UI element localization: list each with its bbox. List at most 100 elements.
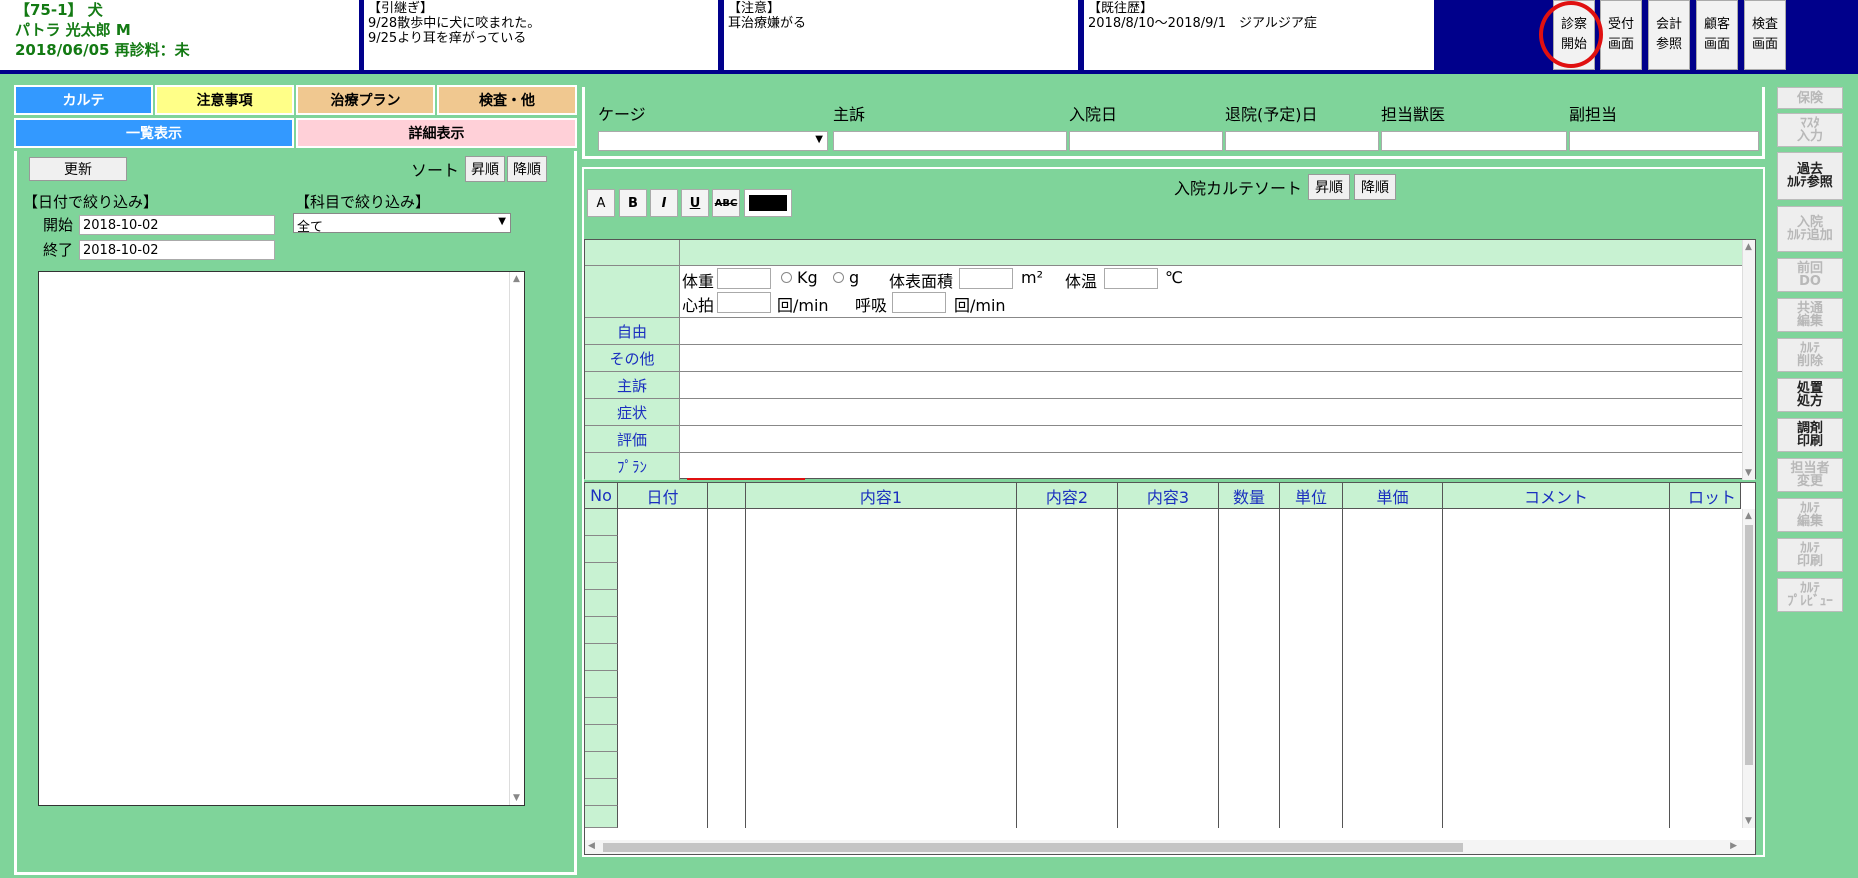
scroll-down-icon[interactable]: ▼ <box>1745 816 1752 826</box>
weight-input[interactable] <box>717 268 771 289</box>
delete-chart-button[interactable]: ｶﾙﾃ 削除 <box>1777 338 1843 372</box>
scroll-thumb[interactable] <box>1745 525 1753 765</box>
change-staff-button[interactable]: 担当者 変更 <box>1777 458 1843 492</box>
content3-column[interactable] <box>1118 509 1219 828</box>
test-screen-button[interactable]: 検査 画面 <box>1744 0 1786 70</box>
sort-asc-button[interactable]: 昇順 <box>465 156 505 182</box>
scroll-left-icon[interactable]: ◀ <box>588 841 595 851</box>
row-number-cell[interactable] <box>585 617 618 644</box>
grid-vertical-scrollbar[interactable]: ▲ ▼ <box>1742 509 1755 828</box>
edit-chart-button[interactable]: ｶﾙﾃ 編集 <box>1777 498 1843 532</box>
row-number-cell[interactable] <box>585 806 618 828</box>
treatment-grid: No 日付 内容1 内容2 内容3 数量 単位 単価 コメント ロット ▲ ▼ … <box>584 482 1756 855</box>
dispense-print-button[interactable]: 調剤 印刷 <box>1777 418 1843 452</box>
tab-detail-view[interactable]: 詳細表示 <box>296 118 577 148</box>
start-exam-button[interactable]: 診察 開始 <box>1553 0 1595 70</box>
button-label: 検査 <box>1751 17 1778 32</box>
bsa-input[interactable] <box>959 268 1013 289</box>
heart-rate-input[interactable] <box>717 292 771 313</box>
scroll-down-icon[interactable]: ▼ <box>513 793 520 803</box>
form-row-other[interactable]: その他 <box>585 345 1755 372</box>
form-row-label: その他 <box>585 345 680 371</box>
row-number-cell[interactable] <box>585 563 618 590</box>
row-number-cell[interactable] <box>585 671 618 698</box>
tab-chart[interactable]: カルテ <box>14 85 153 115</box>
scroll-right-icon[interactable]: ▶ <box>1730 841 1737 851</box>
quantity-column[interactable] <box>1219 509 1280 828</box>
form-row-free[interactable]: 自由 <box>585 318 1755 345</box>
form-row-complaint[interactable]: 主訴 <box>585 372 1755 399</box>
unit-price-column[interactable] <box>1343 509 1443 828</box>
complaint-input[interactable] <box>833 131 1067 151</box>
content1-column[interactable] <box>746 509 1017 828</box>
temperature-input[interactable] <box>1104 268 1158 289</box>
insurance-button[interactable]: 保険 <box>1777 87 1843 109</box>
listbox-scrollbar[interactable]: ▲ ▼ <box>509 272 524 805</box>
row-number-cell[interactable] <box>585 752 618 779</box>
common-edit-button[interactable]: 共通 編集 <box>1777 298 1843 332</box>
tab-list-view[interactable]: 一覧表示 <box>14 118 294 148</box>
scroll-up-icon[interactable]: ▲ <box>513 274 520 284</box>
tab-treatment-plan[interactable]: 治療プラン <box>296 85 435 115</box>
chart-preview-button[interactable]: ｶﾙﾃ ﾌﾟﾚﾋﾞｭｰ <box>1777 578 1843 612</box>
row-number-cell[interactable] <box>585 644 618 671</box>
strikethrough-button[interactable]: ABC <box>712 189 740 217</box>
row-number-cell[interactable] <box>585 698 618 725</box>
repeat-previous-button[interactable]: 前回 DO <box>1777 258 1843 292</box>
record-listbox[interactable]: ▲ ▼ <box>38 271 525 806</box>
unit-column[interactable] <box>1280 509 1343 828</box>
customer-screen-button[interactable]: 顧客 画面 <box>1696 0 1738 70</box>
vitals-row: 体重 Kg g 体表面積 m² 体温 ℃ 心拍 回/min 呼吸 回/min <box>585 266 1755 318</box>
scroll-thumb[interactable] <box>603 843 1463 852</box>
master-input-button[interactable]: ﾏｽﾀ 入力 <box>1777 113 1843 147</box>
g-radio[interactable] <box>833 272 844 283</box>
button-label: DO <box>1799 274 1821 289</box>
vet-in-charge-input[interactable] <box>1381 131 1567 151</box>
treatment-prescription-button[interactable]: 処置 処方 <box>1777 378 1843 412</box>
g-label: g <box>849 268 860 287</box>
date-column[interactable] <box>618 509 708 828</box>
row-number-cell[interactable] <box>585 509 618 536</box>
billing-view-button[interactable]: 会計 参照 <box>1648 0 1690 70</box>
admission-date-input[interactable] <box>1069 131 1223 151</box>
grid-horizontal-scrollbar[interactable]: ◀ ▶ <box>585 840 1755 854</box>
form-scrollbar[interactable]: ▲ ▼ <box>1742 240 1755 480</box>
cage-select[interactable]: ▼ <box>598 131 828 151</box>
form-row-symptoms[interactable]: 症状 <box>585 399 1755 426</box>
kg-radio[interactable] <box>781 272 792 283</box>
bold-button[interactable]: B <box>619 189 647 217</box>
subject-select[interactable]: 全て ▼ <box>293 213 511 235</box>
end-date-input[interactable]: 2018-10-02 <box>79 240 275 260</box>
row-number-cell[interactable] <box>585 536 618 563</box>
respiration-input[interactable] <box>892 292 946 313</box>
row-number-cell[interactable] <box>585 725 618 752</box>
scroll-up-icon[interactable]: ▲ <box>1745 511 1752 521</box>
color-picker-button[interactable] <box>744 189 792 217</box>
form-row-plan[interactable]: ﾌﾟﾗﾝ <box>585 453 1755 480</box>
inpatient-sort-desc-button[interactable]: 降順 <box>1354 174 1396 200</box>
form-row-assessment[interactable]: 評価 <box>585 426 1755 453</box>
scroll-up-icon[interactable]: ▲ <box>1745 242 1752 252</box>
font-tool-button[interactable]: A <box>587 189 615 217</box>
italic-button[interactable]: I <box>650 189 678 217</box>
comment-column[interactable] <box>1443 509 1670 828</box>
content2-column[interactable] <box>1017 509 1118 828</box>
blank-column[interactable] <box>708 509 746 828</box>
add-inpatient-chart-button[interactable]: 入院 ｶﾙﾃ追加 <box>1777 206 1843 252</box>
start-date-input[interactable]: 2018-10-02 <box>79 215 275 235</box>
underline-button[interactable]: U <box>681 189 709 217</box>
tab-cautions[interactable]: 注意事項 <box>155 85 294 115</box>
button-label: ｶﾙﾃ参照 <box>1787 175 1833 190</box>
print-chart-button[interactable]: ｶﾙﾃ 印刷 <box>1777 538 1843 572</box>
sort-desc-button[interactable]: 降順 <box>507 156 547 182</box>
sub-vet-input[interactable] <box>1569 131 1759 151</box>
inpatient-sort-asc-button[interactable]: 昇順 <box>1308 174 1350 200</box>
row-number-cell[interactable] <box>585 779 618 806</box>
refresh-button[interactable]: 更新 <box>29 157 127 181</box>
row-number-cell[interactable] <box>585 590 618 617</box>
past-chart-button[interactable]: 過去 ｶﾙﾃ参照 <box>1777 152 1843 200</box>
discharge-date-input[interactable] <box>1225 131 1379 151</box>
scroll-down-icon[interactable]: ▼ <box>1745 468 1752 478</box>
tab-tests-other[interactable]: 検査・他 <box>437 85 577 115</box>
reception-screen-button[interactable]: 受付 画面 <box>1600 0 1642 70</box>
